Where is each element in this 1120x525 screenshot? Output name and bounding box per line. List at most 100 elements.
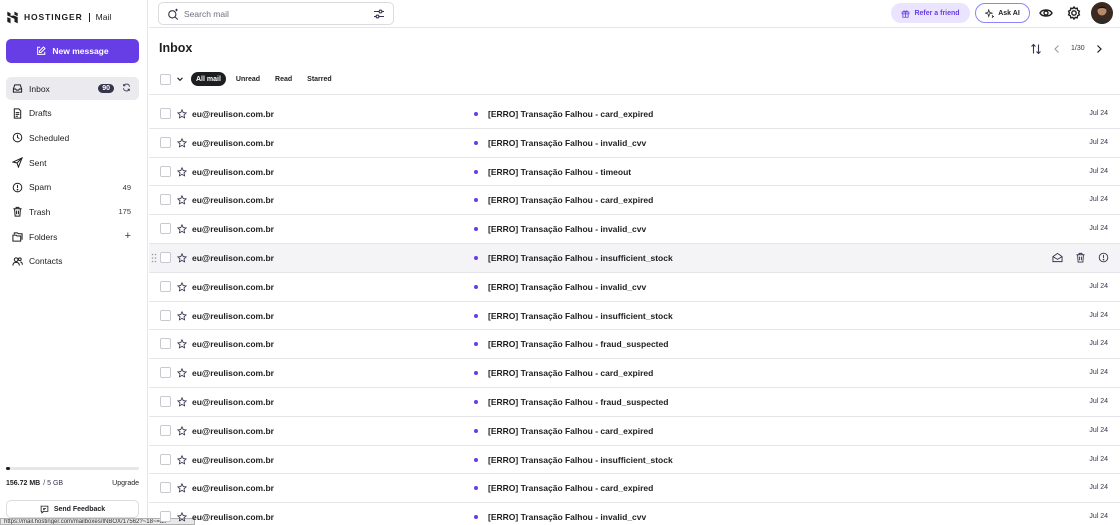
ask-ai-label: Ask AI [998,9,1020,17]
chevron-down-icon[interactable] [176,75,184,83]
row-checkbox[interactable] [160,108,171,119]
sidebar-item-sent[interactable]: Sent [6,151,139,174]
email-subject: [ERRO] Transação Falhou - fraud_suspecte… [488,339,669,350]
email-subject: [ERRO] Transação Falhou - card_expired [488,109,654,119]
send-feedback-button[interactable]: Send Feedback [6,500,139,518]
row-checkbox[interactable] [160,395,171,407]
star-icon[interactable] [176,195,188,206]
email-sender: eu@reulison.com.br [192,166,274,177]
star-icon[interactable] [176,137,188,148]
row-checkbox[interactable] [160,338,171,350]
row-checkbox[interactable] [160,165,171,177]
row-checkbox[interactable] [160,424,171,436]
email-row[interactable]: eu@reulison.com.br [ERRO] Transação Falho… [149,446,1120,475]
sidebar-item-contacts[interactable]: Contacts [6,250,139,273]
add-folder-icon[interactable]: + [125,231,131,242]
star-icon[interactable] [176,310,188,321]
email-row[interactable]: eu@reulison.com.br [ERRO] Transação Falho… [149,330,1120,360]
email-row[interactable]: eu@reulison.com.br [ERRO] Transação Falho… [149,417,1120,446]
row-checkbox[interactable] [160,453,171,465]
preview-eye-icon[interactable] [1038,5,1054,21]
row-checkbox[interactable] [160,367,171,379]
refer-a-friend-button[interactable]: Refer a friend [891,3,970,23]
email-row[interactable]: eu@reulison.com.br [ERRO] Transação Falho… [149,359,1120,388]
email-date: Jul 24 [1089,397,1108,405]
email-sender: eu@reulison.com.br [192,396,274,407]
report-spam-icon[interactable] [1098,252,1109,263]
sidebar-item-drafts[interactable]: Drafts [6,102,139,125]
star-icon[interactable] [176,224,188,234]
ask-ai-button[interactable]: Ask AI [975,3,1030,23]
star-icon[interactable] [176,367,188,378]
row-checkbox[interactable] [160,251,171,263]
drag-handle-icon[interactable] [151,253,157,263]
sidebar-item-trash[interactable]: Trash 175 [6,200,139,223]
star-icon[interactable] [176,396,188,407]
delete-icon[interactable] [1075,252,1086,263]
sidebar-item-folders[interactable]: Folders + [6,225,139,248]
email-sender: eu@reulison.com.br [192,310,274,321]
star-icon[interactable] [176,425,188,436]
chevron-left-icon[interactable] [1052,43,1062,55]
email-row[interactable]: eu@reulison.com.br [ERRO] Transação Falho… [149,474,1120,504]
search-box[interactable] [158,2,394,25]
chevron-right-icon[interactable] [1094,43,1104,55]
star-icon[interactable] [176,108,188,119]
star-icon[interactable] [176,454,188,465]
star-icon[interactable] [176,339,188,350]
email-row[interactable]: eu@reulison.com.br [ERRO] Transação Falho… [149,158,1120,187]
sidebar-item-inbox[interactable]: Inbox 90 [6,77,139,100]
mark-as-read-icon[interactable] [1052,252,1063,263]
row-checkbox[interactable] [160,482,171,494]
new-message-label: New message [52,46,109,56]
new-message-button[interactable]: New message [6,39,139,63]
email-sender: eu@reulison.com.br [192,109,274,119]
email-subject: [ERRO] Transação Falhou - card_expired [488,368,654,379]
row-checkbox[interactable] [160,511,171,523]
filter-chip-unread[interactable]: Unread [231,72,265,86]
email-date: Jul 24 [1089,225,1108,233]
settings-gear-icon[interactable] [1066,5,1082,21]
star-icon[interactable] [176,511,188,522]
star-icon[interactable] [176,483,188,494]
filter-chip-all-mail[interactable]: All mail [191,72,226,86]
row-checkbox[interactable] [160,194,171,206]
refresh-icon[interactable] [122,83,131,94]
email-row[interactable]: eu@reulison.com.br [ERRO] Transação Falho… [149,215,1120,244]
email-row[interactable]: eu@reulison.com.br [ERRO] Transação Falho… [149,129,1120,158]
filter-chip-read[interactable]: Read [270,72,297,86]
email-subject: [ERRO] Transação Falhou - timeout [488,166,632,177]
select-all-checkbox[interactable] [160,73,171,85]
row-checkbox[interactable] [160,309,171,321]
sort-icon[interactable] [1030,43,1042,55]
email-row[interactable]: eu@reulison.com.br [ERRO] Transação Falho… [149,302,1120,331]
email-date: Jul 24 [1089,455,1108,463]
row-checkbox[interactable] [160,136,171,148]
email-row[interactable]: eu@reulison.com.br [ERRO] Transação Falho… [149,503,1120,525]
row-checkbox[interactable] [160,280,171,292]
email-row[interactable]: eu@reulison.com.br [ERRO] Transação Falho… [149,243,1120,273]
brand[interactable]: HOSTINGER Mail [6,10,111,24]
email-row[interactable]: eu@reulison.com.br [ERRO] Transação Falho… [149,273,1120,302]
email-row[interactable]: eu@reulison.com.br [ERRO] Transação Falho… [149,186,1120,216]
email-row[interactable]: eu@reulison.com.br [ERRO] Transação Falho… [149,388,1120,417]
filter-chip-starred[interactable]: Starred [302,72,337,86]
compose-icon [37,46,47,55]
email-sender: eu@reulison.com.br [192,368,274,379]
email-sender: eu@reulison.com.br [192,483,274,494]
star-icon[interactable] [176,281,188,292]
sidebar-item-spam[interactable]: Spam 49 [6,176,139,199]
star-icon[interactable] [176,166,188,177]
row-checkbox[interactable] [160,223,171,235]
star-icon[interactable] [176,252,188,263]
email-date: Jul 24 [1089,311,1108,319]
upgrade-link[interactable]: Upgrade [112,480,139,487]
filter-bar: All mail Unread Read Starred [160,72,342,86]
sidebar-item-scheduled[interactable]: Scheduled [6,126,139,149]
email-row[interactable]: eu@reulison.com.br [ERRO] Transação Falho… [149,100,1120,129]
search-input[interactable] [184,8,373,19]
email-subject: [ERRO] Transação Falhou - invalid_cvv [488,137,647,148]
storage-total: / 5 GB [43,480,64,487]
user-avatar[interactable] [1091,2,1113,24]
filter-options-icon[interactable] [373,8,385,20]
